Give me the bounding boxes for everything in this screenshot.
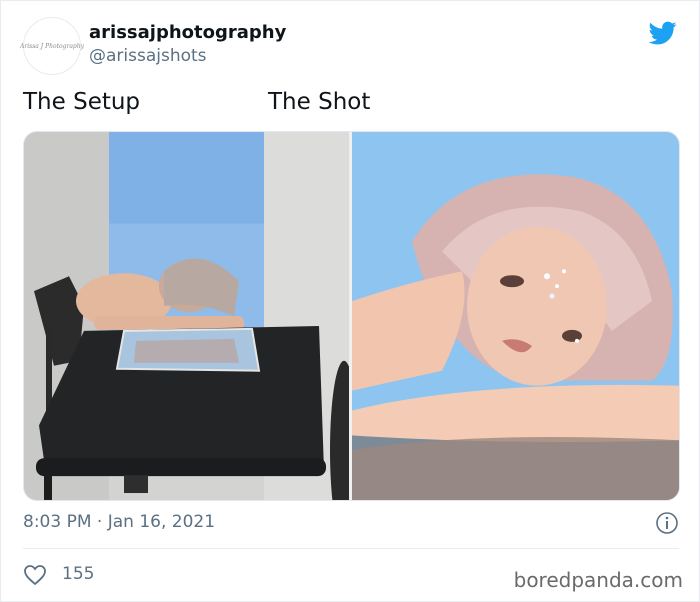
tweet-media[interactable] <box>23 131 680 501</box>
divider <box>23 548 679 549</box>
avatar-logo-text: Arissa J Photography <box>20 42 84 50</box>
twitter-bird-icon[interactable] <box>647 19 679 47</box>
display-name[interactable]: arissajphotography <box>89 22 286 43</box>
final-shot-photo[interactable] <box>352 132 680 500</box>
like-count: 155 <box>62 564 95 584</box>
caption-shot: The Shot <box>268 89 371 115</box>
info-icon[interactable] <box>655 511 679 535</box>
watermark: boredpanda.com <box>513 568 683 592</box>
tweet-card: Arissa J Photography arissajphotography … <box>0 0 700 602</box>
setup-photo[interactable] <box>24 132 349 500</box>
heart-icon[interactable] <box>23 564 47 586</box>
caption-setup: The Setup <box>23 89 141 115</box>
tweet-timestamp[interactable]: 8:03 PM · Jan 16, 2021 <box>23 512 215 532</box>
user-handle[interactable]: @arissajshots <box>89 46 207 66</box>
avatar[interactable]: Arissa J Photography <box>20 17 84 75</box>
